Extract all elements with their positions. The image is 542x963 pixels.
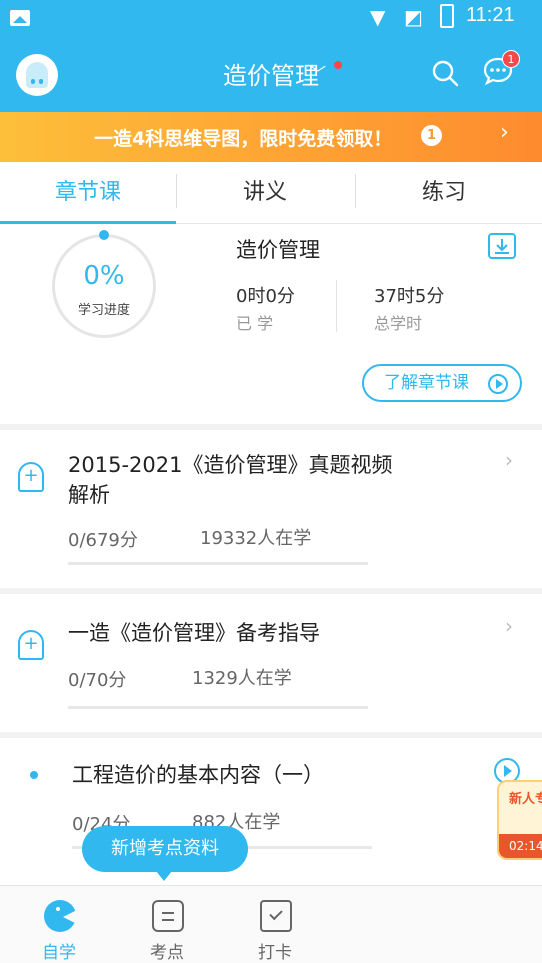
- list-item[interactable]: + 一造《造价管理》备考指导 › 0/70分 1329人在学: [0, 594, 542, 732]
- tab-practice[interactable]: 练习: [356, 162, 532, 224]
- list-item-title: 工程造价的基本内容（一）: [72, 763, 324, 787]
- checkin-icon: [260, 900, 292, 932]
- search-icon[interactable]: [430, 58, 460, 88]
- nav-self-study[interactable]: 自学: [14, 886, 104, 963]
- course-name: 造价管理: [236, 238, 320, 262]
- learned-value: 0时0分: [236, 286, 295, 307]
- notes-icon: [152, 900, 184, 932]
- new-material-tooltip[interactable]: 新增考点资料: [82, 826, 248, 881]
- course-folder-icon: +: [18, 630, 44, 660]
- list-item-learners: 19332人在学: [200, 528, 312, 549]
- nav-label: 打卡: [258, 943, 292, 963]
- app-header: 造价管理 ﹀ 1: [0, 34, 542, 112]
- no-sim-icon: ◩: [404, 5, 423, 29]
- progress-card: 0% 学习进度 造价管理 0时0分 已 学 37时5分 总学时 了解章节课: [0, 224, 542, 424]
- progress-indicator-dot: [99, 230, 109, 240]
- bottom-nav: 自学 考点 打卡: [0, 885, 542, 963]
- tab-handouts[interactable]: 讲义: [177, 162, 353, 224]
- banner-text: 一造4科思维导图，限时免费领取！: [94, 128, 393, 150]
- notification-dot: [334, 61, 342, 69]
- promo-title: 新人专: [509, 792, 542, 807]
- list-item-learners: 1329人在学: [192, 668, 292, 689]
- nav-checkin[interactable]: 打卡: [230, 886, 320, 963]
- download-icon[interactable]: [487, 232, 517, 260]
- learned-label: 已 学: [236, 314, 274, 333]
- total-label: 总学时: [374, 314, 423, 333]
- learn-chapters-button[interactable]: 了解章节课: [362, 364, 522, 402]
- progress-ring: 0% 学习进度: [52, 234, 156, 338]
- current-lesson-dot: [30, 771, 38, 779]
- nav-label: 自学: [42, 943, 76, 963]
- total-value: 37时5分: [374, 286, 445, 307]
- play-icon: [488, 374, 508, 394]
- course-folder-icon: +: [18, 462, 44, 492]
- nav-label: 考点: [150, 943, 184, 963]
- tab-bar: 章节课 讲义 练习: [0, 162, 542, 224]
- progress-label: 学习进度: [77, 303, 130, 318]
- chat-badge: 1: [502, 50, 520, 68]
- list-item-title: 2015-2021《造价管理》真题视频解析: [68, 453, 393, 507]
- new-user-promo[interactable]: 新人专 02:14: [497, 780, 542, 860]
- list-item[interactable]: 工程造价的基本内容（一） 0/24分 882人在学: [0, 738, 542, 884]
- image-icon: [10, 10, 30, 26]
- list-item[interactable]: + 2015-2021《造价管理》真题视频解析 › 0/679分 19332人在…: [0, 430, 542, 588]
- wifi-icon: ▼: [370, 5, 386, 29]
- chevron-down-icon[interactable]: ﹀: [310, 60, 326, 84]
- tab-chapters[interactable]: 章节课: [0, 162, 176, 224]
- info-icon: 1: [421, 125, 442, 146]
- list-item-progress-bar: [68, 706, 368, 709]
- stat-divider: [336, 280, 337, 332]
- list-item-title: 一造《造价管理》备考指导: [68, 621, 320, 645]
- self-study-icon: [44, 900, 77, 932]
- status-bar: ▼ ◩ 11:21: [0, 0, 542, 34]
- chevron-right-icon: ›: [500, 120, 509, 145]
- list-item-progress-bar: [68, 562, 368, 565]
- list-item-score: 0/679分: [68, 530, 138, 551]
- learn-chapters-label: 了解章节课: [384, 373, 469, 393]
- promo-countdown: 02:14: [499, 834, 542, 858]
- status-time: 11:21: [466, 4, 515, 26]
- chevron-right-icon: ›: [505, 614, 513, 638]
- nav-exam-points[interactable]: 考点: [122, 886, 212, 963]
- list-item-score: 0/70分: [68, 670, 127, 691]
- chevron-right-icon: ›: [505, 448, 513, 472]
- battery-icon: [440, 4, 454, 28]
- page-title[interactable]: 造价管理: [0, 56, 542, 91]
- promo-banner[interactable]: 一造4科思维导图，限时免费领取！ 1 ›: [0, 112, 542, 162]
- progress-percent: 0%: [83, 261, 125, 291]
